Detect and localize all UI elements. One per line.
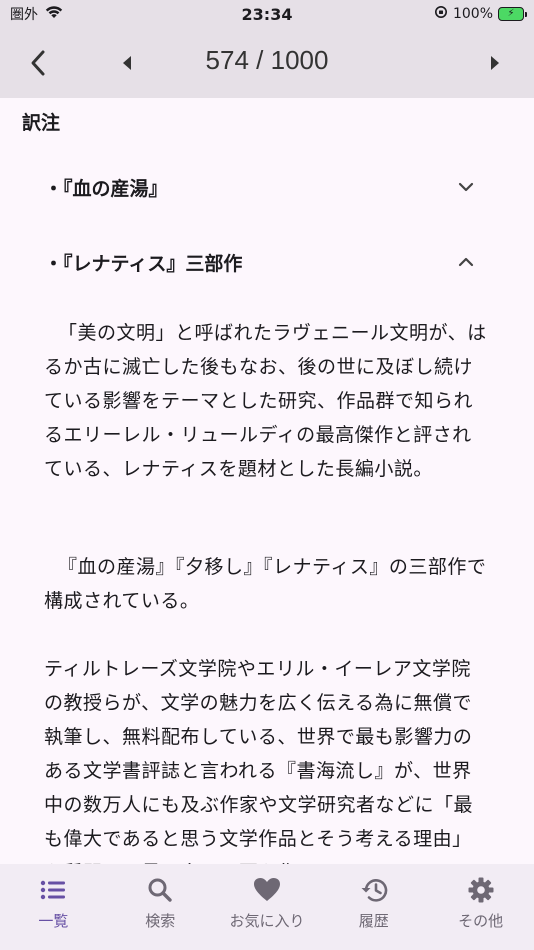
nav-item-list[interactable]: 一覧 [0, 864, 107, 950]
nav-label-favorites: お気に入り [229, 912, 305, 930]
section-title: 訳注 [22, 112, 61, 134]
gear-icon [467, 876, 495, 904]
accordion-label: ・『レナティス』三部作 [44, 252, 243, 275]
orientation-lock-icon [434, 5, 448, 23]
page-separator: / [248, 45, 271, 75]
battery-percent: 100% [452, 6, 493, 22]
chevron-down-icon [456, 177, 476, 197]
page-indicator: 574 / 1000 [0, 45, 534, 76]
accordion-item[interactable]: ・『血の産湯』 [0, 167, 534, 207]
nav-label-list: 一覧 [38, 912, 69, 930]
accordion-item[interactable]: ・『レナティス』三部作 [0, 242, 534, 282]
list-icon [39, 876, 67, 904]
history-icon [360, 876, 388, 904]
status-left: 圏外 [10, 4, 64, 24]
content-area[interactable]: 訳注 ・『血の産湯』 ・『レナティス』三部作 「美の文明」と呼ばれたラヴェニール… [0, 98, 534, 864]
description-paragraph: ティルトレーズ文学院やエリル・イーレア文学院の教授らが、文学の魅力を広く伝える為… [44, 658, 474, 864]
nav-item-history[interactable]: 履歴 [320, 864, 427, 950]
chevron-up-icon [456, 252, 476, 272]
accordion-label: ・『血の産湯』 [44, 177, 168, 200]
nav-item-favorites[interactable]: お気に入り [214, 864, 321, 950]
bottom-navigation: 一覧 検索 お気に入り 履歴 その他 [0, 864, 534, 950]
nav-label-history: 履歴 [358, 912, 389, 930]
description-paragraph: 『血の産湯』『夕移し』『レナティス』の三部作で構成されている。 [44, 556, 487, 612]
carrier-label: 圏外 [10, 7, 38, 23]
nav-label-search: 検索 [145, 912, 176, 930]
page-current: 574 [205, 45, 249, 75]
battery-icon: ⚡ [498, 7, 527, 21]
next-page-button[interactable] [484, 50, 506, 76]
nav-item-other[interactable]: その他 [427, 864, 534, 950]
page-total: 1000 [270, 45, 329, 75]
search-icon [146, 876, 174, 904]
status-right: 100% ⚡ [434, 5, 527, 23]
nav-label-other: その他 [458, 912, 504, 930]
triangle-right-icon [491, 56, 499, 70]
top-app-bar: 574 / 1000 [0, 28, 534, 98]
heart-icon [253, 876, 281, 904]
description-paragraph: 「美の文明」と呼ばれたラヴェニール文明が、はるか古に滅亡した後もなお、後の世に及… [44, 322, 487, 480]
nav-item-search[interactable]: 検索 [107, 864, 214, 950]
status-bar: 圏外 23:34 100% ⚡ [0, 0, 534, 28]
wifi-icon [44, 5, 64, 23]
